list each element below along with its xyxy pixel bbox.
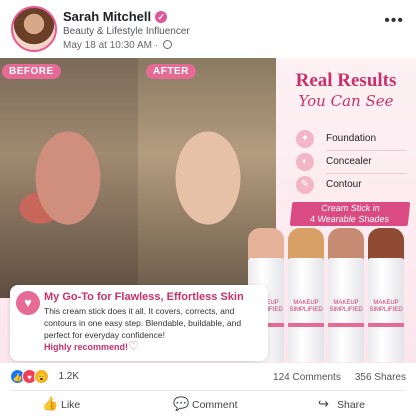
feature-item: ✦ Foundation bbox=[296, 130, 412, 153]
post-image[interactable]: BEFORE AFTER Real Results You Can See ✦ … bbox=[0, 58, 416, 363]
product-stick: MAKEUP SIMPLIFIED bbox=[328, 228, 364, 363]
feature-divider bbox=[326, 150, 406, 151]
feature-list: ✦ Foundation ◐ Concealer ✎ Contour bbox=[296, 130, 412, 199]
post-header: Sarah Mitchell ✓ Beauty & Lifestyle Influ… bbox=[0, 0, 416, 58]
more-icon[interactable]: ••• bbox=[384, 12, 404, 30]
banner-line-1: Cream Stick in bbox=[320, 203, 381, 213]
comment-button[interactable]: 💬 Comment bbox=[173, 392, 238, 416]
reaction-count: 1.2K bbox=[58, 371, 80, 383]
before-photo bbox=[0, 58, 138, 298]
before-label: BEFORE bbox=[2, 64, 61, 79]
engagement-stats: 124 Comments 356 Shares bbox=[273, 372, 406, 383]
product-stick: MAKEUP SIMPLIFIED bbox=[368, 228, 404, 363]
review-title: My Go-To for Flawless, Effortless Skin bbox=[44, 291, 244, 303]
compact-icon: ◐ bbox=[296, 153, 314, 171]
heart-outline-icon: ♡ bbox=[128, 339, 139, 353]
feature-label: Concealer bbox=[326, 156, 372, 167]
shade-top bbox=[368, 228, 404, 260]
headline: Real Results bbox=[295, 70, 397, 91]
share-label: Share bbox=[337, 399, 366, 411]
author-name-line: Sarah Mitchell ✓ bbox=[63, 9, 168, 24]
author-name[interactable]: Sarah Mitchell bbox=[63, 9, 151, 24]
banner-line-2: 4 Wearable Shades bbox=[309, 214, 390, 224]
reaction-summary[interactable]: 👍 ♥ 😮 1.2K bbox=[10, 368, 79, 386]
heart-icon: ♥ bbox=[16, 291, 40, 315]
check-icon: ✓ bbox=[155, 11, 168, 23]
feature-label: Contour bbox=[326, 179, 362, 190]
review-card: ♥ My Go-To for Flawless, Effortless Skin… bbox=[10, 285, 268, 361]
feature-label: Foundation bbox=[326, 133, 377, 144]
headline-script: You Can See bbox=[298, 92, 394, 110]
feature-item: ✎ Contour bbox=[296, 176, 412, 199]
product-brand: MAKEUP SIMPLIFIED bbox=[329, 300, 363, 313]
comment-label: Comment bbox=[192, 399, 238, 411]
comment-icon: 💬 bbox=[173, 396, 190, 411]
feature-divider bbox=[326, 173, 406, 174]
shade-top bbox=[288, 228, 324, 260]
globe-icon bbox=[162, 40, 172, 49]
review-cta: Highly recommend! bbox=[44, 342, 129, 352]
post-meta: May 18 at 10:30 AM · bbox=[63, 40, 172, 51]
post-timestamp[interactable]: May 18 at 10:30 AM · bbox=[63, 40, 158, 51]
avatar[interactable] bbox=[11, 6, 57, 52]
brush-icon: ✎ bbox=[296, 176, 314, 194]
share-icon: ↪ bbox=[318, 396, 329, 411]
promo-banner: Cream Stick in 4 Wearable Shades bbox=[289, 202, 411, 226]
stick-stripe bbox=[328, 323, 364, 327]
author-subtitle: Beauty & Lifestyle Influencer bbox=[63, 26, 190, 37]
product-brand: MAKEUP SIMPLIFIED bbox=[289, 300, 323, 313]
after-label: AFTER bbox=[146, 64, 196, 79]
product-stick: MAKEUP SIMPLIFIED bbox=[288, 228, 324, 363]
comments-count[interactable]: 124 Comments bbox=[273, 372, 341, 383]
product-brand: MAKEUP SIMPLIFIED bbox=[369, 300, 403, 313]
feature-item: ◐ Concealer bbox=[296, 153, 412, 176]
divider bbox=[10, 390, 406, 391]
action-bar: 👍 Like 💬 Comment ↪ Share bbox=[0, 392, 416, 416]
review-body: This cream stick does it all. It covers,… bbox=[44, 306, 242, 340]
stick-stripe bbox=[288, 323, 324, 327]
like-label: Like bbox=[61, 399, 81, 411]
wow-icon: 😮 bbox=[34, 369, 49, 385]
stick-stripe bbox=[368, 323, 404, 327]
sparkle-icon: ✦ bbox=[296, 130, 314, 148]
like-button[interactable]: 👍 Like bbox=[42, 392, 80, 416]
post-card: Sarah Mitchell ✓ Beauty & Lifestyle Influ… bbox=[0, 0, 416, 416]
shade-top bbox=[328, 228, 364, 260]
thumbs-up-icon: 👍 bbox=[42, 396, 59, 411]
shade-top bbox=[248, 228, 284, 260]
share-button[interactable]: ↪ Share bbox=[318, 392, 365, 416]
shares-count[interactable]: 356 Shares bbox=[355, 372, 406, 383]
